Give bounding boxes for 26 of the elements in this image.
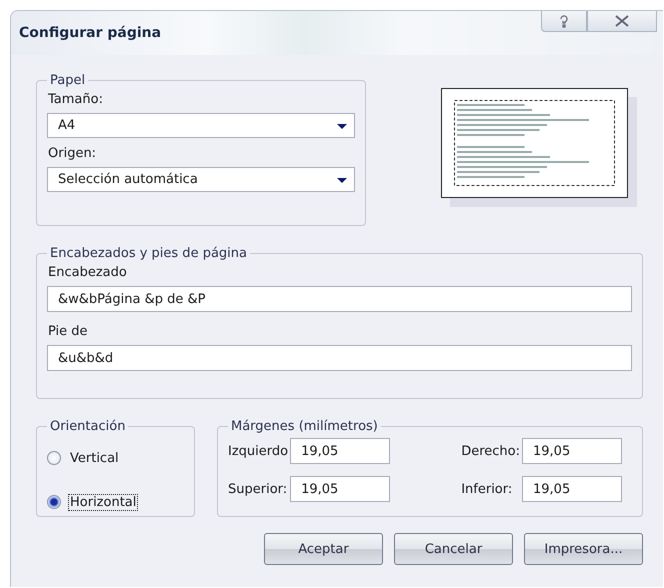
footer-field[interactable]: &u&b&d (47, 345, 632, 371)
window-title: Configurar página (19, 25, 162, 41)
radio-label[interactable]: Vertical (69, 450, 120, 466)
margin-field[interactable]: 19,05 (290, 438, 390, 464)
radio-label[interactable]: Horizontal (69, 494, 138, 510)
margin-field[interactable]: 19,05 (522, 438, 622, 464)
field-label: Inferior: (461, 482, 514, 496)
dialog-button[interactable]: Aceptar (264, 533, 383, 565)
source-dropdown[interactable]: Selección automática (47, 167, 355, 192)
group-legend: Papel (47, 73, 88, 88)
field-label: Superior: (228, 482, 288, 496)
field-label: Origen: (48, 146, 98, 161)
dialog-button[interactable]: Cancelar (394, 533, 513, 565)
header-field[interactable]: &w&bPágina &p de &P (47, 286, 632, 312)
group-legend: Encabezados y pies de página (47, 246, 250, 261)
field-label: Derecho: (461, 444, 520, 458)
group-legend: Orientación (47, 419, 128, 434)
dialog-button[interactable]: Impresora... (524, 533, 643, 565)
field-label: Encabezado (48, 265, 128, 280)
margin-field[interactable]: 19,05 (290, 476, 390, 502)
field-label: Tamaño: (48, 92, 104, 107)
field-label: Pie de (48, 324, 89, 339)
group-legend: Márgenes (milímetros) (228, 419, 381, 434)
field-label: Izquierdo (228, 444, 288, 458)
size-dropdown[interactable]: A4 (47, 113, 355, 138)
margin-field[interactable]: 19,05 (522, 476, 622, 502)
